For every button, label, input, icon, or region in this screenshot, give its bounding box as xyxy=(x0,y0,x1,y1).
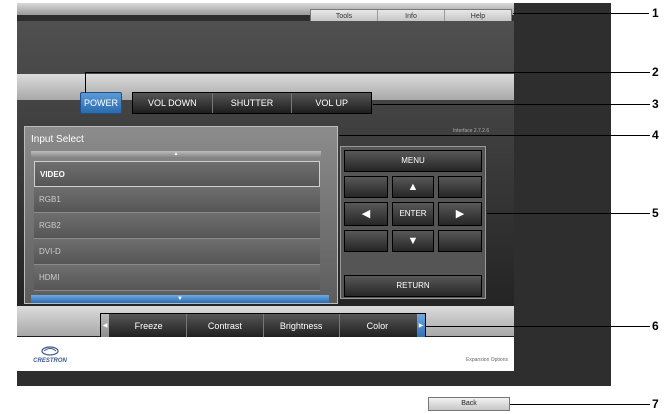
input-select-panel: Input Select ▲ VIDEO RGB1 RGB2 DVI-D HDM… xyxy=(24,126,338,304)
vol-up-button[interactable]: VOL UP xyxy=(292,93,371,113)
callout-number-5: 5 xyxy=(652,206,659,220)
menu-button[interactable]: MENU xyxy=(344,150,482,172)
svg-text:CRESTRON: CRESTRON xyxy=(33,358,67,364)
callout-line-4 xyxy=(339,135,650,136)
function-group: ◀ Freeze Contrast Brightness Color ▶ xyxy=(100,313,426,339)
callout-number-6: 6 xyxy=(652,319,659,333)
footer: CRESTRON Expansion Options xyxy=(17,337,514,371)
nav-blank-bottom-left xyxy=(344,230,388,252)
input-select-title: Input Select xyxy=(31,134,84,145)
function-items: Freeze Contrast Brightness Color xyxy=(111,314,415,338)
input-item-rgb2[interactable]: RGB2 xyxy=(34,213,320,239)
expansion-options-link[interactable]: Expansion Options xyxy=(466,357,508,363)
color-button[interactable]: Color xyxy=(340,314,415,338)
callout-line-6 xyxy=(426,326,650,327)
back-button[interactable]: Back xyxy=(428,397,510,411)
vol-down-button[interactable]: VOL DOWN xyxy=(133,93,213,113)
power-button[interactable]: POWER xyxy=(80,92,122,114)
callout-line-3 xyxy=(373,104,650,105)
input-item-dvi-d[interactable]: DVI-D xyxy=(34,239,320,265)
callout-line-5 xyxy=(487,213,650,214)
left-arrow-button[interactable]: ◀ xyxy=(344,202,388,226)
callout-line-1 xyxy=(513,13,649,14)
scroll-down-button[interactable]: ▼ xyxy=(31,295,329,303)
input-item-hdmi[interactable]: HDMI xyxy=(34,265,320,291)
scroll-up-button[interactable]: ▲ xyxy=(31,151,321,157)
nav-blank-top-right xyxy=(438,176,482,198)
freeze-button[interactable]: Freeze xyxy=(111,314,188,338)
callout-number-1: 1 xyxy=(652,6,659,20)
callout-number-7: 7 xyxy=(652,397,659,411)
volume-shutter-group: VOL DOWN SHUTTER VOL UP xyxy=(132,92,372,114)
menu-navigation-panel: MENU ▲ ◀ ENTER ▶ ▼ RETURN xyxy=(340,146,486,299)
function-scroll-left[interactable]: ◀ xyxy=(101,314,109,338)
callout-line-2-drop xyxy=(85,72,86,93)
function-scroll-right[interactable]: ▶ xyxy=(417,314,425,338)
return-button[interactable]: RETURN xyxy=(344,275,482,297)
nav-blank-bottom-right xyxy=(438,230,482,252)
input-item-rgb1[interactable]: RGB1 xyxy=(34,187,320,213)
input-list: VIDEO RGB1 RGB2 DVI-D HDMI xyxy=(34,161,320,291)
callout-number-3: 3 xyxy=(652,97,659,111)
brightness-button[interactable]: Brightness xyxy=(264,314,340,338)
callout-number-4: 4 xyxy=(652,128,659,142)
down-arrow-button[interactable]: ▼ xyxy=(392,230,434,252)
nav-blank-top-left xyxy=(344,176,388,198)
up-arrow-button[interactable]: ▲ xyxy=(392,176,434,198)
crestron-logo: CRESTRON xyxy=(33,346,67,364)
interface-version: Interface 2.7.2.6 xyxy=(453,128,490,134)
callout-number-2: 2 xyxy=(652,65,659,79)
shutter-button[interactable]: SHUTTER xyxy=(213,93,293,113)
enter-button[interactable]: ENTER xyxy=(392,202,434,226)
callout-line-7 xyxy=(510,404,650,405)
input-item-video[interactable]: VIDEO xyxy=(34,161,320,187)
contrast-button[interactable]: Contrast xyxy=(187,314,264,338)
right-arrow-button[interactable]: ▶ xyxy=(438,202,482,226)
callout-line-2 xyxy=(85,72,650,73)
